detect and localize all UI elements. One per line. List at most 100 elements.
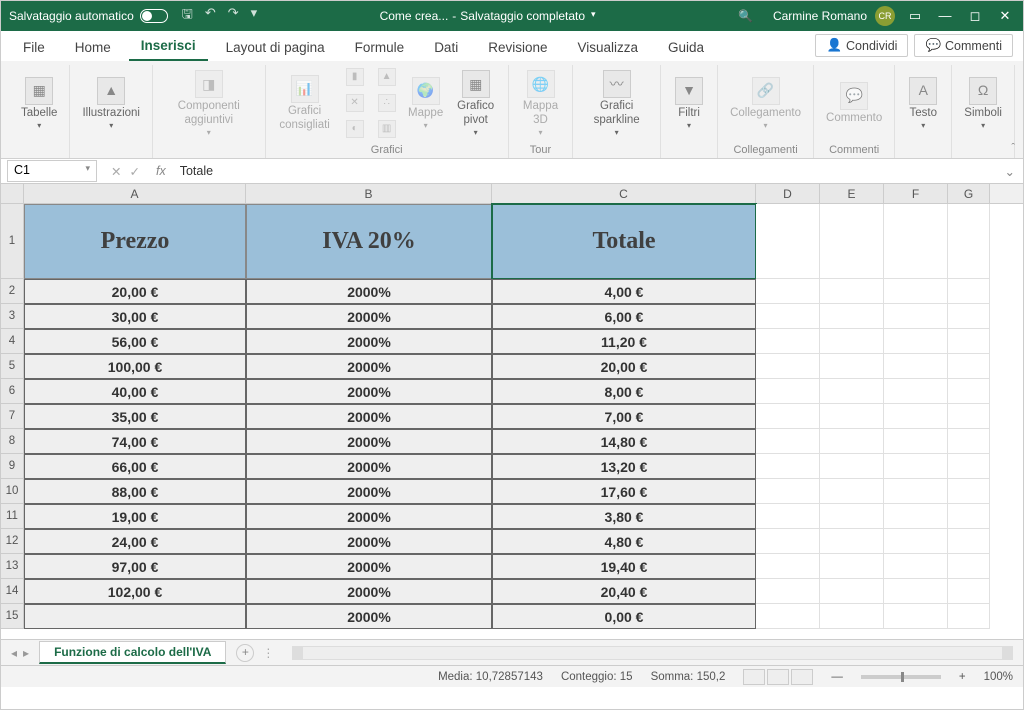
col-header-b[interactable]: B	[246, 184, 492, 203]
search-icon[interactable]: 🔍	[738, 9, 753, 23]
addins-button[interactable]: ◨Componenti aggiuntivi▾	[159, 68, 259, 139]
cell-e6[interactable]	[820, 379, 884, 404]
cell-b11[interactable]: 2000%	[246, 504, 492, 529]
sheet-tab-active[interactable]: Funzione di calcolo dell'IVA	[39, 641, 226, 664]
col-header-e[interactable]: E	[820, 184, 884, 203]
share-button[interactable]: 👤Condividi	[815, 34, 908, 57]
cell-a13[interactable]: 97,00 €	[24, 554, 246, 579]
row-header-10[interactable]: 10	[1, 479, 24, 504]
cell-g8[interactable]	[948, 429, 990, 454]
cell-c4[interactable]: 11,20 €	[492, 329, 756, 354]
cell-f8[interactable]	[884, 429, 948, 454]
cell-c1[interactable]: Totale	[492, 204, 756, 279]
row-header-9[interactable]: 9	[1, 454, 24, 479]
cell-d5[interactable]	[756, 354, 820, 379]
sparkline-button[interactable]: 〰Grafici sparkline▾	[579, 68, 654, 139]
cell-f3[interactable]	[884, 304, 948, 329]
cell-b9[interactable]: 2000%	[246, 454, 492, 479]
cell-d2[interactable]	[756, 279, 820, 304]
cell-d6[interactable]	[756, 379, 820, 404]
cell-f11[interactable]	[884, 504, 948, 529]
cell-b8[interactable]: 2000%	[246, 429, 492, 454]
cell-b13[interactable]: 2000%	[246, 554, 492, 579]
row-header-5[interactable]: 5	[1, 354, 24, 379]
row-header-7[interactable]: 7	[1, 404, 24, 429]
row-header-1[interactable]: 1	[1, 204, 24, 279]
chart-type-1-button[interactable]: ▮	[340, 66, 370, 90]
collapse-ribbon-icon[interactable]: ˆ	[1011, 142, 1015, 154]
cell-g6[interactable]	[948, 379, 990, 404]
cell-g13[interactable]	[948, 554, 990, 579]
cell-b7[interactable]: 2000%	[246, 404, 492, 429]
view-break-icon[interactable]	[791, 669, 813, 685]
row-header-8[interactable]: 8	[1, 429, 24, 454]
cell-g3[interactable]	[948, 304, 990, 329]
formula-input[interactable]: Totale	[174, 162, 997, 180]
zoom-out-icon[interactable]: —	[831, 671, 843, 683]
cell-e2[interactable]	[820, 279, 884, 304]
save-status-text[interactable]: Salvataggio completato	[460, 9, 585, 23]
tab-dati[interactable]: Dati	[422, 35, 470, 61]
link-button[interactable]: 🔗Collegamento▾	[724, 75, 807, 132]
col-header-a[interactable]: A	[24, 184, 246, 203]
cell-c6[interactable]: 8,00 €	[492, 379, 756, 404]
sheet-next-icon[interactable]: ▸	[23, 646, 29, 660]
view-normal-icon[interactable]	[743, 669, 765, 685]
cell-b15[interactable]: 2000%	[246, 604, 492, 629]
cell-g5[interactable]	[948, 354, 990, 379]
cell-b14[interactable]: 2000%	[246, 579, 492, 604]
cell-d4[interactable]	[756, 329, 820, 354]
save-icon[interactable]: 🖫	[182, 5, 193, 27]
cell-f7[interactable]	[884, 404, 948, 429]
cell-b3[interactable]: 2000%	[246, 304, 492, 329]
cell-a10[interactable]: 88,00 €	[24, 479, 246, 504]
cell-g15[interactable]	[948, 604, 990, 629]
cell-d9[interactable]	[756, 454, 820, 479]
name-box[interactable]: C1	[7, 160, 97, 182]
cell-a14[interactable]: 102,00 €	[24, 579, 246, 604]
tab-layout[interactable]: Layout di pagina	[214, 35, 337, 61]
cell-d1[interactable]	[756, 204, 820, 279]
cell-b5[interactable]: 2000%	[246, 354, 492, 379]
cell-f12[interactable]	[884, 529, 948, 554]
cell-e4[interactable]	[820, 329, 884, 354]
cell-g10[interactable]	[948, 479, 990, 504]
cell-c10[interactable]: 17,60 €	[492, 479, 756, 504]
cell-b2[interactable]: 2000%	[246, 279, 492, 304]
ribbon-display-icon[interactable]: ▭	[905, 8, 925, 24]
tab-revisione[interactable]: Revisione	[476, 35, 559, 61]
row-header-12[interactable]: 12	[1, 529, 24, 554]
cell-c14[interactable]: 20,40 €	[492, 579, 756, 604]
cell-e9[interactable]	[820, 454, 884, 479]
chart-type-3-button[interactable]: ◐	[340, 118, 370, 142]
cell-d7[interactable]	[756, 404, 820, 429]
cell-a15[interactable]	[24, 604, 246, 629]
add-sheet-button[interactable]: +	[236, 644, 254, 662]
map3d-button[interactable]: 🌐Mappa 3D▾	[515, 68, 567, 139]
cell-a7[interactable]: 35,00 €	[24, 404, 246, 429]
cell-e1[interactable]	[820, 204, 884, 279]
cell-a2[interactable]: 20,00 €	[24, 279, 246, 304]
cell-e15[interactable]	[820, 604, 884, 629]
col-header-f[interactable]: F	[884, 184, 948, 203]
cell-e11[interactable]	[820, 504, 884, 529]
cell-b10[interactable]: 2000%	[246, 479, 492, 504]
illustrations-button[interactable]: ▲Illustrazioni▾	[76, 75, 146, 132]
cell-a3[interactable]: 30,00 €	[24, 304, 246, 329]
tab-file[interactable]: File	[11, 35, 57, 61]
row-header-6[interactable]: 6	[1, 379, 24, 404]
chevron-down-icon[interactable]: ▾	[591, 9, 596, 23]
row-header-3[interactable]: 3	[1, 304, 24, 329]
tab-formule[interactable]: Formule	[343, 35, 417, 61]
row-header-11[interactable]: 11	[1, 504, 24, 529]
maximize-icon[interactable]: ◻	[965, 8, 985, 24]
col-header-d[interactable]: D	[756, 184, 820, 203]
cell-d8[interactable]	[756, 429, 820, 454]
cell-c13[interactable]: 19,40 €	[492, 554, 756, 579]
cell-b6[interactable]: 2000%	[246, 379, 492, 404]
undo-icon[interactable]: ↶	[205, 5, 216, 27]
tab-guida[interactable]: Guida	[656, 35, 716, 61]
cell-a8[interactable]: 74,00 €	[24, 429, 246, 454]
cell-a4[interactable]: 56,00 €	[24, 329, 246, 354]
cell-c2[interactable]: 4,00 €	[492, 279, 756, 304]
